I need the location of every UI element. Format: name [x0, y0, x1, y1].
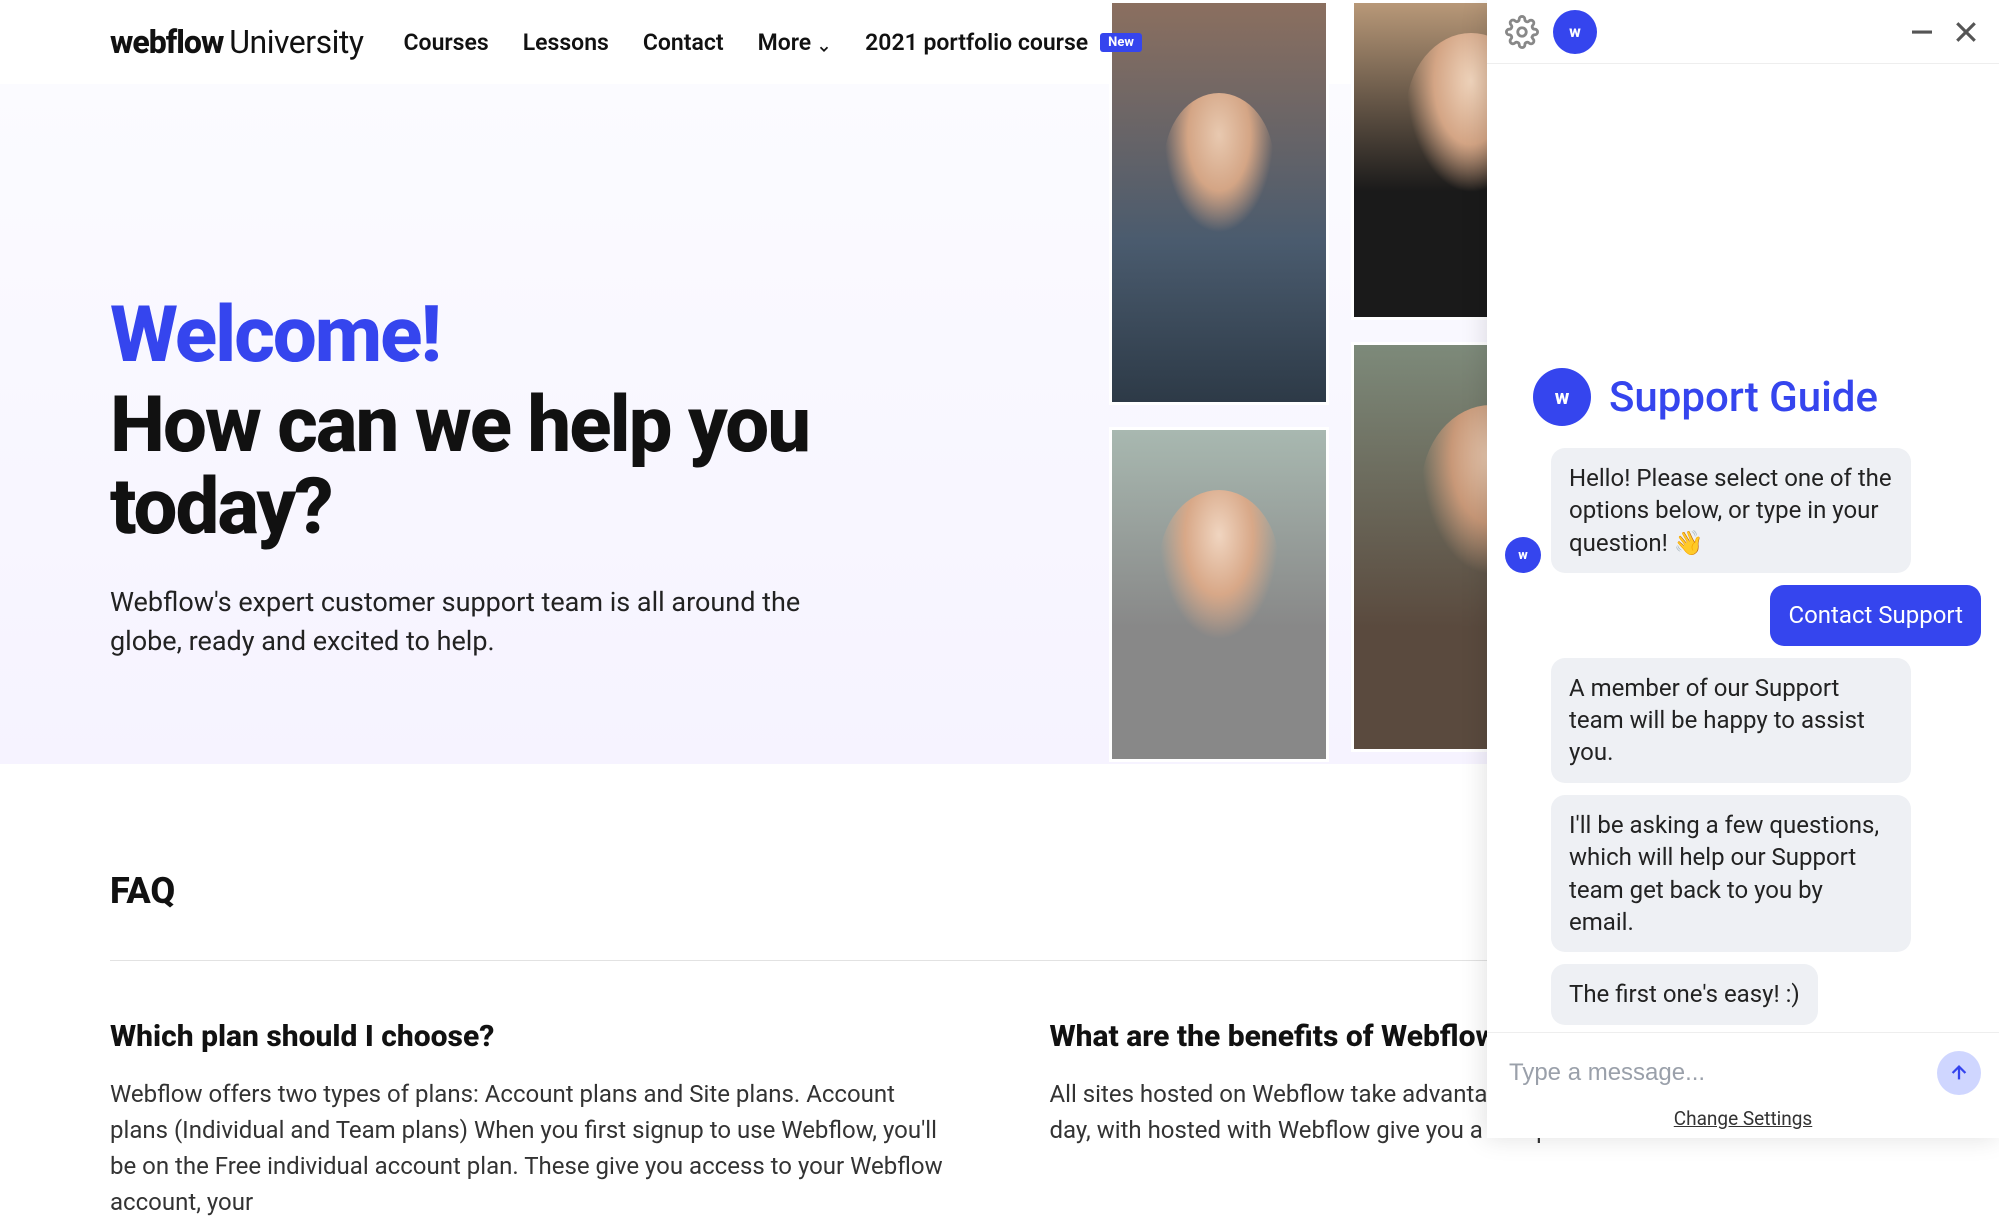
- send-button[interactable]: [1937, 1051, 1981, 1095]
- nav-label: 2021 portfolio course: [865, 29, 1088, 56]
- message-row: A member of our Support team will be hap…: [1505, 658, 1981, 783]
- bot-message: Hello! Please select one of the options …: [1551, 448, 1911, 573]
- bot-message: The first one's easy! :): [1551, 964, 1818, 1024]
- nav-item-more[interactable]: More: [758, 29, 832, 56]
- team-photo: [1109, 427, 1329, 762]
- bot-message: A member of our Support team will be hap…: [1551, 658, 1911, 783]
- chat-body: w Support Guide w Hello! Please select o…: [1487, 64, 1999, 1032]
- chat-input-area: Change Settings: [1487, 1032, 1999, 1138]
- nav-item-lessons[interactable]: Lessons: [523, 29, 609, 56]
- nav-label: Lessons: [523, 29, 609, 56]
- faq-question: Which plan should I choose?: [110, 1019, 950, 1054]
- message-row: I'll be asking a few questions, which wi…: [1505, 795, 1981, 953]
- bot-avatar: w: [1505, 537, 1541, 573]
- nav-item-courses[interactable]: Courses: [404, 29, 489, 56]
- guide-header: w Support Guide: [1505, 368, 1981, 426]
- bot-message: I'll be asking a few questions, which wi…: [1551, 795, 1911, 953]
- nav-items: Courses Lessons Contact More 2021 portfo…: [404, 29, 1142, 56]
- brand[interactable]: webflow University: [110, 23, 364, 61]
- chat-input[interactable]: [1505, 1047, 1925, 1099]
- faq-answer: Webflow offers two types of plans: Accou…: [110, 1076, 950, 1220]
- faq-item: Which plan should I choose? Webflow offe…: [110, 1019, 950, 1220]
- user-message: Contact Support: [1770, 585, 1981, 645]
- new-badge: New: [1100, 33, 1142, 52]
- change-settings-link[interactable]: Change Settings: [1505, 1107, 1981, 1130]
- gear-icon[interactable]: [1505, 15, 1539, 49]
- message-row: The first one's easy! :): [1505, 964, 1981, 1024]
- nav-item-portfolio-course[interactable]: 2021 portfolio course New: [865, 29, 1142, 56]
- brand-logo: webflow: [110, 23, 223, 61]
- chevron-down-icon: [817, 35, 831, 49]
- nav-label: More: [758, 29, 812, 56]
- hero-welcome: Welcome!: [110, 290, 870, 381]
- chat-panel: w w Support Guide w Hello! Please select…: [1487, 0, 1999, 1138]
- hero-sub: Webflow's expert customer support team i…: [110, 583, 850, 661]
- minimize-icon[interactable]: [1907, 17, 1937, 47]
- chat-header: w: [1487, 0, 1999, 64]
- nav-label: Contact: [643, 29, 724, 56]
- guide-avatar: w: [1533, 368, 1591, 426]
- nav-label: Courses: [404, 29, 489, 56]
- message-row: Contact Support: [1505, 585, 1981, 645]
- brand-suffix: University: [229, 23, 363, 61]
- hero-headline: How can we help you today?: [110, 385, 870, 549]
- nav-item-contact[interactable]: Contact: [643, 29, 724, 56]
- chat-brand-avatar: w: [1553, 10, 1597, 54]
- close-icon[interactable]: [1951, 17, 1981, 47]
- message-row: w Hello! Please select one of the option…: [1505, 448, 1981, 573]
- hero-text: Welcome! How can we help you today? Webf…: [110, 290, 870, 661]
- guide-title: Support Guide: [1609, 373, 1878, 422]
